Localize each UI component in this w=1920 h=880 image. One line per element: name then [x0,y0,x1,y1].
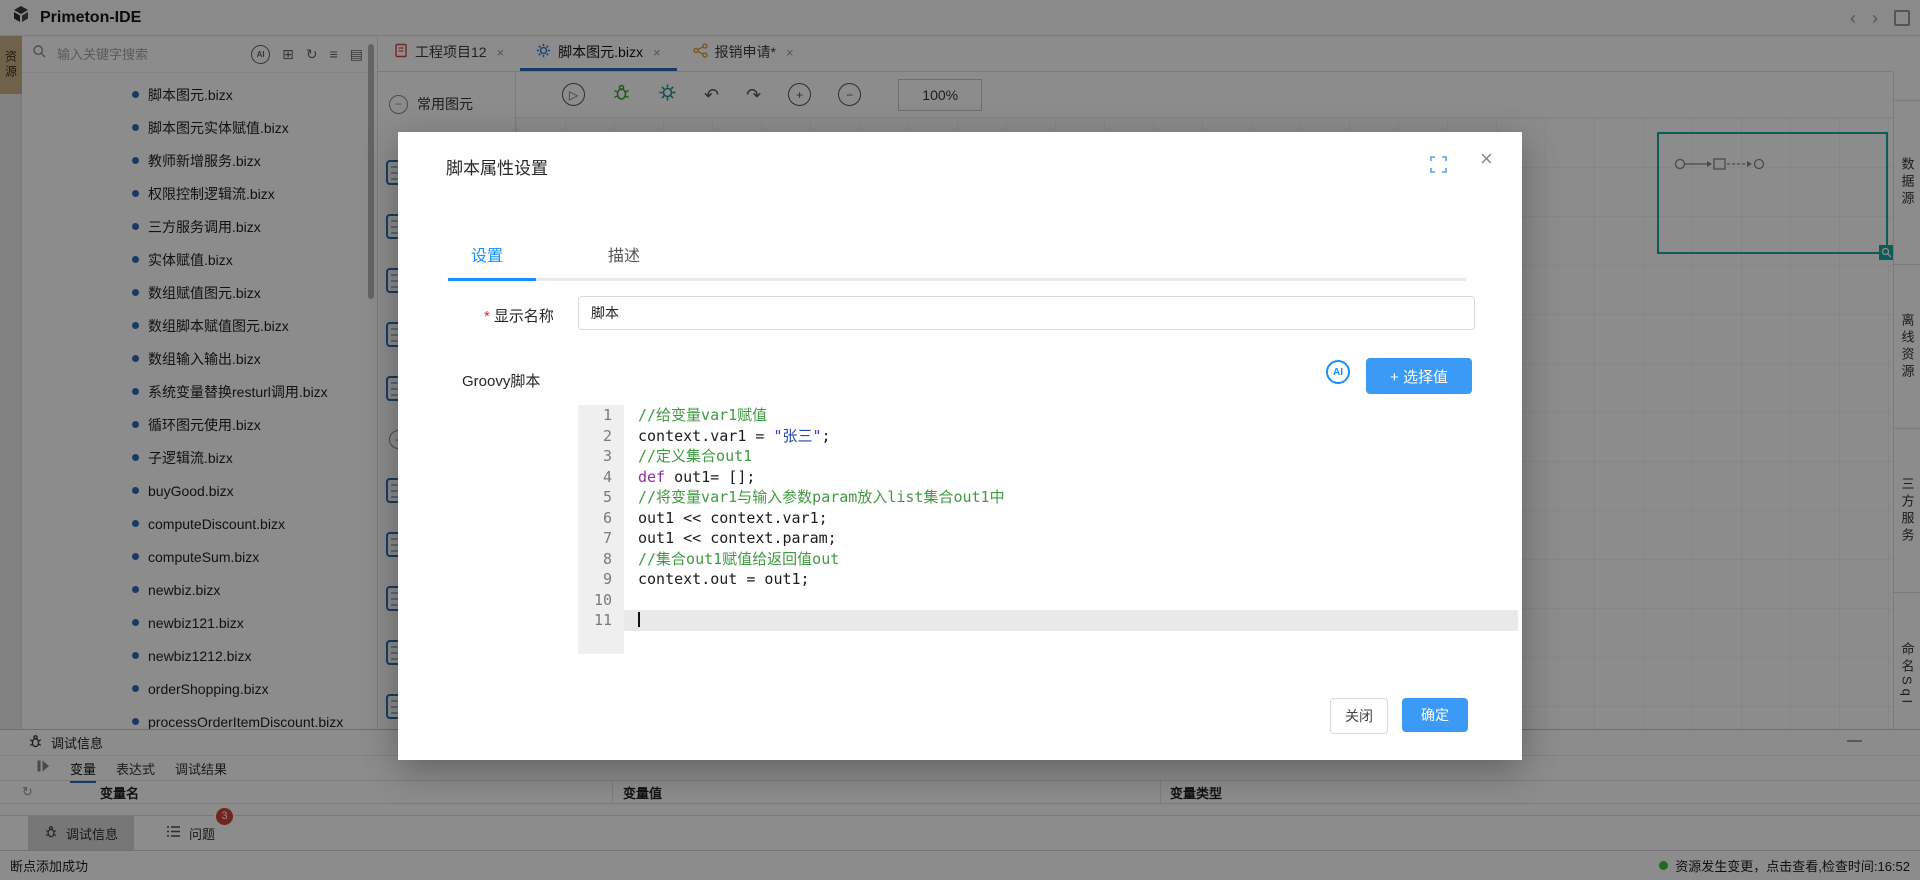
line-number: 2 [578,426,624,447]
groovy-script-label: Groovy脚本 [462,370,540,391]
close-icon[interactable]: × [1480,148,1493,170]
required-asterisk: * [484,308,490,325]
code-line: 8//集合out1赋值给返回值out [578,549,1518,570]
code-line: 6out1 << context.var1; [578,508,1518,529]
line-number: 1 [578,405,624,426]
text-cursor [638,612,640,627]
confirm-button[interactable]: 确定 [1402,698,1468,732]
line-content: //定义集合out1 [624,446,1518,467]
line-number: 7 [578,528,624,549]
line-number: 4 [578,467,624,488]
code-line: 2context.var1 = "张三"; [578,426,1518,447]
tab-settings[interactable]: 设置 [471,242,503,266]
code-line: 10 [578,590,1518,611]
line-content: //集合out1赋值给返回值out [624,549,1518,570]
tab-track [456,278,1466,281]
select-value-button[interactable]: + 选择值 [1366,358,1472,394]
line-number: 9 [578,569,624,590]
line-number: 6 [578,508,624,529]
active-tab-indicator [448,278,536,281]
line-content: def out1= []; [624,467,1518,488]
display-name-input[interactable] [578,296,1475,330]
code-line: 9context.out = out1; [578,569,1518,590]
code-line: 4def out1= []; [578,467,1518,488]
code-line: 1//给变量var1赋值 [578,405,1518,426]
display-name-label: *显示名称 [484,305,554,326]
line-number: 5 [578,487,624,508]
line-content: //给变量var1赋值 [624,405,1518,426]
line-content: context.var1 = "张三"; [624,426,1518,447]
fullscreen-icon[interactable] [1430,156,1447,178]
line-number: 11 [578,610,624,631]
line-content: out1 << context.var1; [624,508,1518,529]
line-number: 3 [578,446,624,467]
code-editor[interactable]: 1//给变量var1赋值2context.var1 = "张三";3//定义集合… [578,405,1518,654]
close-button[interactable]: 关闭 [1330,698,1388,734]
code-line: 7out1 << context.param; [578,528,1518,549]
code-line: 5//将变量var1与输入参数param放入list集合out1中 [578,487,1518,508]
line-content: out1 << context.param; [624,528,1518,549]
code-line: 11 [578,610,1518,631]
ai-generate-icon[interactable]: AI [1326,360,1350,384]
tab-description[interactable]: 描述 [608,242,640,266]
dialog-title: 脚本属性设置 [446,154,548,179]
editor-gutter-filler [578,631,1518,655]
line-content [624,610,1518,631]
line-number: 10 [578,590,624,611]
line-number: 8 [578,549,624,570]
primeton-ide-window: Primeton-IDE ‹ › 资源 AI ⊞ ↻ ≡ ▤ 脚本图元.bizx… [0,0,1920,880]
code-line: 3//定义集合out1 [578,446,1518,467]
line-content: //将变量var1与输入参数param放入list集合out1中 [624,487,1518,508]
line-content: context.out = out1; [624,569,1518,590]
line-content [624,590,1518,611]
script-properties-dialog: 脚本属性设置 × 设置 描述 *显示名称 Groovy脚本 AI + 选择值 1… [398,132,1522,760]
